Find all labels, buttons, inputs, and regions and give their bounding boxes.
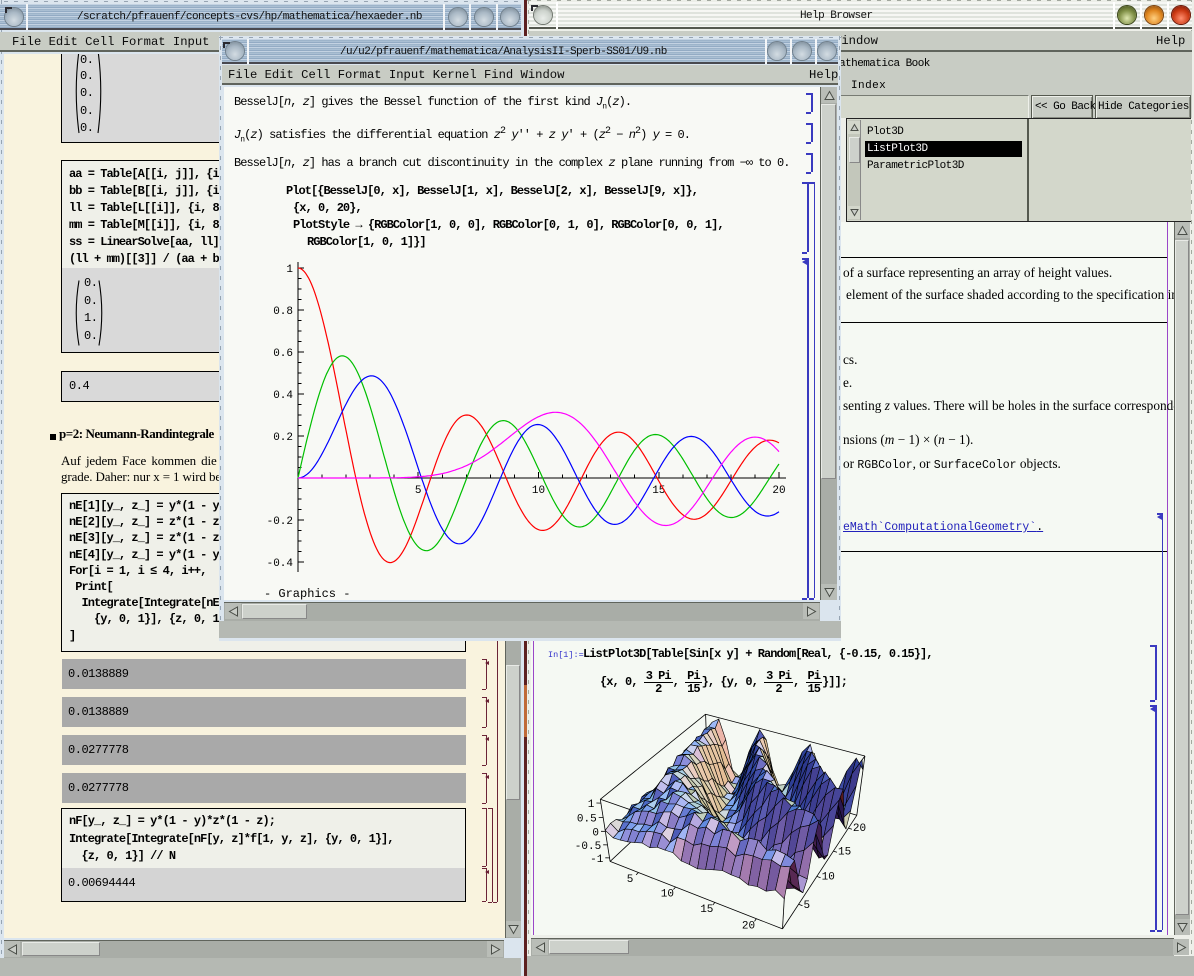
svg-text:0.6: 0.6 (273, 348, 293, 360)
svg-text:0.2: 0.2 (273, 432, 293, 444)
svg-text:-0.4: -0.4 (267, 558, 294, 570)
svg-text:5: 5 (415, 485, 422, 497)
svg-text:15: 15 (652, 485, 665, 497)
svg-text:0.8: 0.8 (273, 306, 293, 318)
svg-text:10: 10 (532, 485, 545, 497)
svg-text:1: 1 (286, 264, 293, 276)
svg-text:20: 20 (772, 485, 785, 497)
svg-text:-0.2: -0.2 (267, 516, 293, 528)
svg-text:0.4: 0.4 (273, 390, 293, 402)
